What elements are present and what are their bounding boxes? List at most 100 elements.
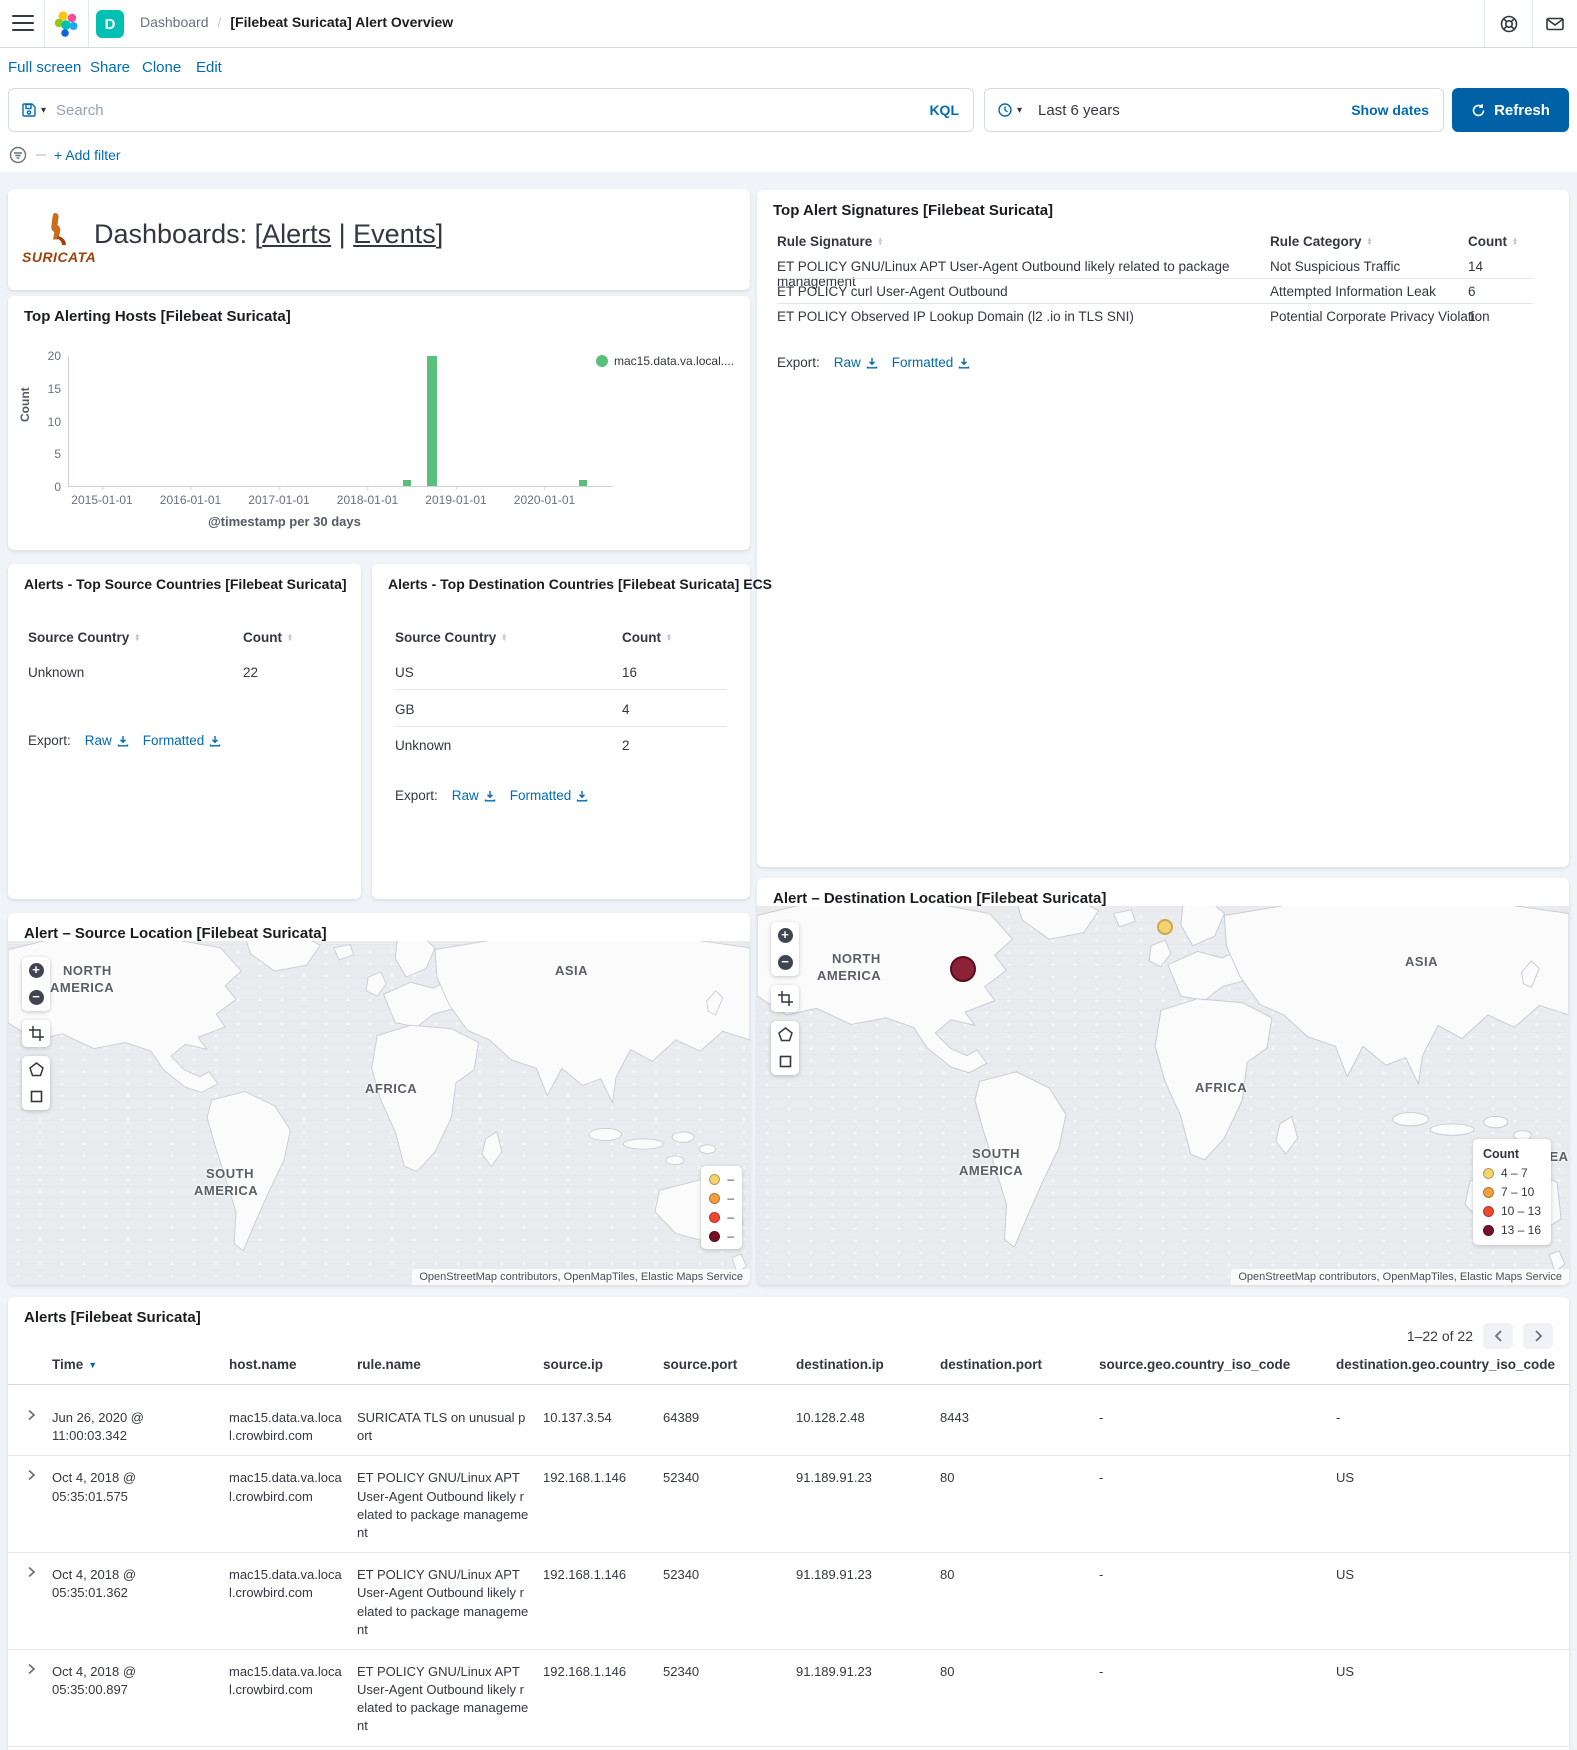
show-dates-button[interactable]: Show dates xyxy=(1337,102,1443,118)
export-raw-link[interactable]: Raw xyxy=(85,733,129,748)
zoom-in-button[interactable]: + xyxy=(22,957,50,984)
expand-row-button[interactable] xyxy=(16,1650,52,1681)
column-header-source-country[interactable]: Source Country▲▼ xyxy=(395,630,507,645)
sort-icon: ▲▼ xyxy=(666,634,672,642)
map-point[interactable] xyxy=(950,956,976,982)
map-label: NORTH xyxy=(63,963,112,978)
column-header-source-country[interactable]: Source Country▲▼ xyxy=(28,630,140,645)
saved-query-menu-button[interactable]: ▾ xyxy=(9,102,56,118)
expand-row-button[interactable] xyxy=(16,1553,52,1584)
pagination-range: 1–22 of 22 xyxy=(1407,1328,1473,1344)
legend-dot-icon xyxy=(1483,1187,1494,1198)
expand-row-button[interactable] xyxy=(16,1747,52,1750)
map-point[interactable] xyxy=(1157,919,1173,935)
clock-icon xyxy=(997,102,1013,118)
previous-page-button[interactable] xyxy=(1483,1323,1513,1349)
export-raw-link[interactable]: Raw xyxy=(452,788,496,803)
alerts-table-body: Jun 26, 2020 @ 11:00:03.342 mac15.data.v… xyxy=(8,1396,1569,1750)
chart-bar[interactable] xyxy=(579,480,587,487)
clone-button[interactable]: Clone xyxy=(142,59,181,76)
time-range-value[interactable]: Last 6 years xyxy=(1032,102,1337,119)
top-alerting-hosts-panel: Top Alerting Hosts [Filebeat Suricata] C… xyxy=(8,296,750,550)
src-map-canvas[interactable]: NORTH AMERICA ASIA AFRICA SOUTH AMERICA … xyxy=(8,941,750,1285)
alerts-table-panel: Alerts [Filebeat Suricata] 1–22 of 22 Ti… xyxy=(8,1297,1569,1750)
draw-polygon-button[interactable] xyxy=(22,1056,50,1083)
hosts-chart-plot: 20 15 10 5 0 2015-01-01 2016-01-01 2017-… xyxy=(68,356,613,487)
x-tick: 2018-01-01 xyxy=(337,493,398,507)
export-formatted-link[interactable]: Formatted xyxy=(143,733,222,748)
zoom-in-button[interactable]: + xyxy=(771,922,799,949)
next-page-button[interactable] xyxy=(1523,1323,1553,1349)
kql-toggle[interactable]: KQL xyxy=(915,102,973,118)
search-input[interactable] xyxy=(56,102,915,119)
cell-source-port: 52340 xyxy=(663,1456,796,1497)
column-header-source-ip[interactable]: source.ip xyxy=(543,1357,663,1372)
filter-icon[interactable] xyxy=(8,145,28,165)
legend-title: Count xyxy=(1483,1147,1541,1161)
export-formatted-link[interactable]: Formatted xyxy=(892,355,971,370)
chart-legend-item[interactable]: mac15.data.va.local.... xyxy=(596,354,738,368)
table-cell: US xyxy=(395,665,414,680)
draw-polygon-button[interactable] xyxy=(771,1021,799,1048)
map-label: AMERICA xyxy=(817,968,881,983)
column-header-time[interactable]: Time▼ xyxy=(52,1357,229,1372)
space-avatar[interactable]: D xyxy=(96,10,124,38)
column-header-count[interactable]: Count▲▼ xyxy=(1468,234,1518,249)
newsfeed-mail-icon[interactable] xyxy=(1544,13,1566,35)
edit-button[interactable]: Edit xyxy=(196,59,222,76)
time-quick-menu-button[interactable]: ▾ xyxy=(985,102,1032,118)
crop-extent-button[interactable] xyxy=(771,985,799,1012)
column-header-destination-port[interactable]: destination.port xyxy=(940,1357,1099,1372)
cell-destination-port: 80 xyxy=(940,1650,1099,1691)
column-header-source-geo[interactable]: source.geo.country_iso_code xyxy=(1099,1357,1336,1372)
zoom-out-button[interactable]: − xyxy=(771,949,799,976)
table-row: Jun 26, 2020 @ 11:00:03.342 mac15.data.v… xyxy=(8,1396,1569,1456)
events-dashboard-link[interactable]: Events xyxy=(353,219,436,249)
add-filter-button[interactable]: + Add filter xyxy=(54,147,121,163)
share-button[interactable]: Share xyxy=(90,59,130,76)
cell-time: Oct 4, 2018 @ 05:35:01.362 xyxy=(52,1553,229,1612)
map-attribution[interactable]: OpenStreetMap contributors, OpenMapTiles… xyxy=(1231,1269,1569,1285)
cell-time: Jun 26, 2020 @ 11:00:03.342 xyxy=(52,1396,229,1455)
column-header-count[interactable]: Count▲▼ xyxy=(243,630,293,645)
map-legend: – – – – xyxy=(701,1166,742,1249)
cell-destination-port: 80 xyxy=(940,1747,1099,1750)
map-attribution[interactable]: OpenStreetMap contributors, OpenMapTiles… xyxy=(412,1269,750,1285)
export-raw-link[interactable]: Raw xyxy=(834,355,878,370)
draw-bounds-button[interactable] xyxy=(22,1083,50,1110)
cell-destination-ip: 91.189.91.23 xyxy=(796,1650,940,1691)
download-icon xyxy=(209,735,221,747)
column-header-rule-name[interactable]: rule.name xyxy=(357,1357,543,1372)
table-cell: 2 xyxy=(622,738,630,753)
column-header-rule-signature[interactable]: Rule Signature▲▼ xyxy=(777,234,883,249)
export-formatted-link[interactable]: Formatted xyxy=(510,788,589,803)
table-cell: 1 xyxy=(1468,309,1476,324)
menu-icon[interactable] xyxy=(12,15,34,33)
legend-dot-icon xyxy=(1483,1225,1494,1236)
elastic-logo-icon[interactable] xyxy=(52,9,82,39)
column-header-count[interactable]: Count▲▼ xyxy=(622,630,672,645)
column-header-rule-category[interactable]: Rule Category▲▼ xyxy=(1270,234,1372,249)
refresh-button[interactable]: Refresh xyxy=(1452,88,1569,132)
alerts-dashboard-link[interactable]: Alerts xyxy=(262,219,331,249)
column-header-source-port[interactable]: source.port xyxy=(663,1357,796,1372)
kibana-dashboard-page: D Dashboard / [Filebeat Suricata] Alert … xyxy=(0,0,1577,1750)
source-location-map-panel: Alert – Source Location [Filebeat Surica… xyxy=(8,913,750,1285)
breadcrumb-dashboard-link[interactable]: Dashboard xyxy=(140,14,209,30)
crop-extent-button[interactable] xyxy=(22,1020,50,1047)
chart-bar[interactable] xyxy=(403,480,411,487)
chart-bar[interactable] xyxy=(427,356,437,486)
dst-map-canvas[interactable]: NORTH AMERICA ASIA AFRICA SOUTH AMERICA … xyxy=(757,906,1569,1285)
legend-dot-icon xyxy=(709,1231,720,1242)
draw-bounds-button[interactable] xyxy=(771,1048,799,1075)
crop-icon xyxy=(778,991,793,1006)
help-icon[interactable] xyxy=(1498,13,1520,35)
zoom-out-button[interactable]: − xyxy=(22,984,50,1011)
column-header-destination-geo[interactable]: destination.geo.country_iso_code xyxy=(1336,1357,1569,1372)
full-screen-button[interactable]: Full screen xyxy=(8,59,81,76)
column-header-host-name[interactable]: host.name xyxy=(229,1357,357,1372)
expand-row-button[interactable] xyxy=(16,1396,52,1427)
expand-row-button[interactable] xyxy=(16,1456,52,1487)
column-header-destination-ip[interactable]: destination.ip xyxy=(796,1357,940,1372)
refresh-icon xyxy=(1471,103,1486,118)
